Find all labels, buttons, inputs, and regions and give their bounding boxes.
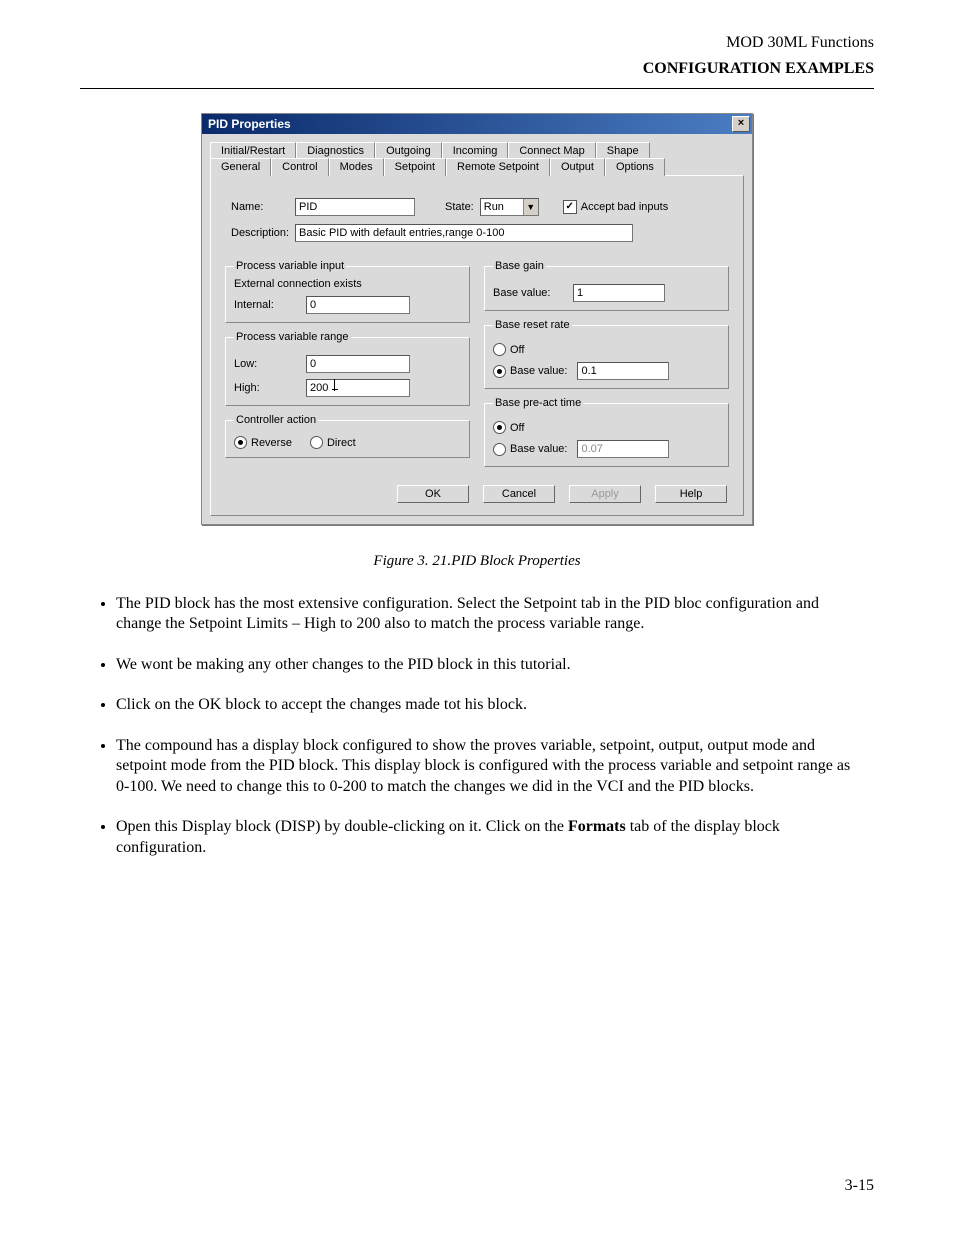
accept-bad-inputs-label: Accept bad inputs bbox=[581, 201, 668, 213]
ok-button[interactable]: OK bbox=[397, 485, 469, 503]
text-caret-icon bbox=[332, 389, 338, 390]
brr-off-radio[interactable]: Off bbox=[493, 343, 524, 356]
ctrl-reverse-radio[interactable]: Reverse bbox=[234, 436, 292, 449]
header-line-2: CONFIGURATION EXAMPLES bbox=[80, 60, 874, 78]
formats-word: Formats bbox=[568, 818, 626, 835]
pvr-high-input[interactable]: 200 bbox=[306, 379, 410, 397]
figure-title: PID Block Properties bbox=[451, 553, 580, 569]
tab-incoming[interactable]: Incoming bbox=[442, 142, 509, 159]
pvr-high-label: High: bbox=[234, 382, 306, 394]
bullet-1: The PID block has the most extensive con… bbox=[116, 594, 866, 635]
tab-initial-restart[interactable]: Initial/Restart bbox=[210, 142, 296, 159]
tab-outgoing[interactable]: Outgoing bbox=[375, 142, 442, 159]
bullet-2: We wont be making any other changes to t… bbox=[116, 655, 866, 675]
pvr-legend: Process variable range bbox=[234, 331, 351, 343]
bullet-list: The PID block has the most extensive con… bbox=[116, 594, 874, 858]
check-icon: ✓ bbox=[563, 200, 577, 214]
description-input[interactable]: Basic PID with default entries,range 0-1… bbox=[295, 224, 633, 242]
tab-panel-general: Name: PID State: Run ▼ ✓ Accept bad inpu… bbox=[210, 175, 744, 516]
pvi-legend: Process variable input bbox=[234, 260, 346, 272]
bg-bv-input[interactable]: 1 bbox=[573, 284, 665, 302]
ctrl-direct-radio[interactable]: Direct bbox=[310, 436, 356, 449]
pid-properties-dialog: PID Properties × Initial/Restart Diagnos… bbox=[201, 113, 753, 525]
tab-row-front: General Control Modes Setpoint Remote Se… bbox=[210, 158, 744, 176]
pvi-internal-label: Internal: bbox=[234, 299, 306, 311]
radio-dot-icon bbox=[310, 436, 323, 449]
ctrl-legend: Controller action bbox=[234, 414, 318, 426]
radio-dot-icon bbox=[493, 365, 506, 378]
bpa-legend: Base pre-act time bbox=[493, 397, 583, 409]
dialog-title: PID Properties bbox=[208, 117, 291, 131]
bullet-4: The compound has a display block configu… bbox=[116, 736, 866, 797]
help-button[interactable]: Help bbox=[655, 485, 727, 503]
accept-bad-inputs-checkbox[interactable]: ✓ Accept bad inputs bbox=[563, 200, 668, 214]
brr-legend: Base reset rate bbox=[493, 319, 572, 331]
group-process-variable-input: Process variable input External connecti… bbox=[225, 260, 470, 323]
bullet-5: Open this Display block (DISP) by double… bbox=[116, 817, 866, 858]
radio-dot-icon bbox=[234, 436, 247, 449]
tab-options[interactable]: Options bbox=[605, 158, 665, 176]
header-rule bbox=[80, 88, 874, 89]
tab-modes[interactable]: Modes bbox=[329, 158, 384, 176]
brr-basevalue-radio[interactable]: Base value: bbox=[493, 365, 567, 378]
radio-dot-icon bbox=[493, 443, 506, 456]
figure-caption: Figure 3. 21.PID Block Properties bbox=[80, 553, 874, 570]
group-base-preact-time: Base pre-act time Off bbox=[484, 397, 729, 467]
radio-dot-icon bbox=[493, 421, 506, 434]
tab-row-back: Initial/Restart Diagnostics Outgoing Inc… bbox=[210, 142, 744, 159]
tab-general[interactable]: General bbox=[210, 158, 271, 176]
titlebar: PID Properties × bbox=[202, 114, 752, 134]
bpa-bv-input: 0.07 bbox=[577, 440, 669, 458]
group-controller-action: Controller action Reverse Direct bbox=[225, 414, 470, 458]
tab-setpoint[interactable]: Setpoint bbox=[384, 158, 446, 176]
bg-bv-label: Base value: bbox=[493, 287, 573, 299]
figure-number: Figure 3. 21. bbox=[373, 553, 451, 569]
pvi-external-label: External connection exists bbox=[234, 278, 461, 290]
pvr-low-label: Low: bbox=[234, 358, 306, 370]
state-value: Run bbox=[481, 199, 523, 215]
description-label: Description: bbox=[231, 227, 295, 239]
bpa-basevalue-radio[interactable]: Base value: bbox=[493, 443, 567, 456]
close-icon[interactable]: × bbox=[732, 116, 750, 132]
tab-shape[interactable]: Shape bbox=[596, 142, 650, 159]
state-combo[interactable]: Run ▼ bbox=[480, 198, 539, 216]
state-label: State: bbox=[445, 201, 474, 213]
cancel-button[interactable]: Cancel bbox=[483, 485, 555, 503]
pvr-low-input[interactable]: 0 bbox=[306, 355, 410, 373]
brr-bv-input[interactable]: 0.1 bbox=[577, 362, 669, 380]
tab-connect-map[interactable]: Connect Map bbox=[508, 142, 595, 159]
tab-diagnostics[interactable]: Diagnostics bbox=[296, 142, 375, 159]
header-line-1: MOD 30ML Functions bbox=[80, 34, 874, 52]
radio-dot-icon bbox=[493, 343, 506, 356]
page-number: 3-15 bbox=[845, 1177, 874, 1195]
tab-output[interactable]: Output bbox=[550, 158, 605, 176]
name-input[interactable]: PID bbox=[295, 198, 415, 216]
group-process-variable-range: Process variable range Low: 0 High: 200 bbox=[225, 331, 470, 406]
apply-button[interactable]: Apply bbox=[569, 485, 641, 503]
bpa-off-radio[interactable]: Off bbox=[493, 421, 524, 434]
group-base-reset-rate: Base reset rate Off bbox=[484, 319, 729, 389]
chevron-down-icon[interactable]: ▼ bbox=[523, 199, 538, 215]
bg-legend: Base gain bbox=[493, 260, 546, 272]
group-base-gain: Base gain Base value: 1 bbox=[484, 260, 729, 311]
pvi-internal-input[interactable]: 0 bbox=[306, 296, 410, 314]
tab-remote-setpoint[interactable]: Remote Setpoint bbox=[446, 158, 550, 176]
name-label: Name: bbox=[231, 201, 295, 213]
tab-control[interactable]: Control bbox=[271, 158, 328, 176]
bullet-3: Click on the OK block to accept the chan… bbox=[116, 695, 866, 715]
